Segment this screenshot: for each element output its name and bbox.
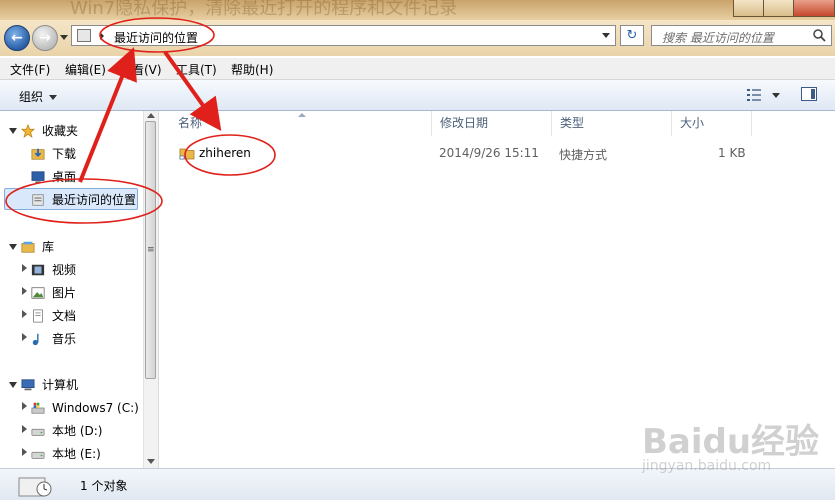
refresh-button[interactable]: ↻ (620, 25, 644, 46)
hard-drive-icon (31, 428, 45, 436)
baidu-watermark: Baidu经验 jingyan.baidu.com (642, 408, 832, 488)
menu-file[interactable]: 文件(F) (10, 61, 50, 78)
expand-computer-icon[interactable] (9, 382, 17, 388)
breadcrumb-separator-icon[interactable] (100, 32, 104, 40)
expand-favorites-icon[interactable] (9, 128, 17, 134)
view-options-dropdown-icon[interactable] (772, 93, 780, 98)
back-arrow-icon: ← (11, 30, 23, 46)
refresh-icon: ↻ (626, 28, 638, 43)
sort-ascending-icon (298, 113, 306, 117)
window-title: Win7隐私保护，清除最近打开的程序和文件记录 (70, 0, 458, 19)
scroll-down-icon[interactable] (147, 459, 155, 464)
table-row[interactable]: zhiheren 2014/9/26 15:11 快捷方式 1 KB (170, 143, 790, 165)
recent-places-icon (32, 194, 44, 206)
search-icon[interactable] (813, 29, 826, 42)
watermark-domain: jingyan.baidu.com (642, 458, 772, 474)
address-path[interactable]: 最近访问的位置 (114, 29, 198, 46)
picture-icon (31, 287, 45, 299)
recent-places-clock-icon (18, 477, 52, 497)
preview-pane-icon[interactable] (801, 87, 817, 101)
grip-icon: ≡ (147, 245, 155, 255)
computer-icon (21, 379, 35, 391)
command-toolbar: 组织 (0, 80, 835, 111)
document-icon (33, 309, 43, 323)
search-input[interactable]: 搜索 最近访问的位置 (651, 25, 832, 46)
recent-pages-dropdown[interactable] (60, 35, 68, 40)
downloads-folder-icon (31, 148, 45, 160)
desktop-icon (31, 171, 45, 184)
minimize-button[interactable] (733, 0, 765, 17)
menu-help[interactable]: 帮助(H) (231, 61, 273, 78)
forward-arrow-icon: → (39, 30, 51, 46)
sidebar-scrollbar[interactable]: ≡ (143, 111, 158, 468)
organize-button[interactable]: 组织 (19, 88, 58, 105)
file-size: 1 KB (718, 146, 746, 160)
chevron-down-icon (49, 95, 58, 100)
view-options-icon[interactable] (746, 88, 762, 102)
menu-tools[interactable]: 工具(T) (176, 61, 217, 78)
expand-drive-d-icon[interactable] (22, 425, 27, 433)
system-drive-icon (31, 402, 45, 414)
address-dropdown-icon[interactable] (602, 33, 610, 38)
organize-label: 组织 (19, 90, 44, 104)
column-header-date[interactable]: 修改日期 (432, 111, 552, 136)
hard-drive-icon (31, 451, 45, 459)
video-icon (31, 264, 45, 276)
star-icon (20, 124, 36, 138)
menu-edit[interactable]: 编辑(E) (65, 61, 106, 78)
search-placeholder: 搜索 最近访问的位置 (662, 31, 774, 45)
scroll-up-icon[interactable] (147, 113, 155, 118)
column-header-type[interactable]: 类型 (552, 111, 672, 136)
music-note-icon (32, 333, 39, 346)
file-name[interactable]: zhiheren (199, 146, 251, 160)
address-bar[interactable]: 最近访问的位置 (71, 25, 616, 46)
title-bar: Win7隐私保护，清除最近打开的程序和文件记录 (0, 0, 835, 20)
watermark-brand: Baidu经验 (642, 422, 820, 462)
recent-places-icon (77, 29, 91, 42)
expand-music-icon[interactable] (22, 333, 27, 341)
expand-drive-c-icon[interactable] (22, 402, 27, 410)
navigation-pane: 收藏夹 下载 桌面 最近访问的位置 库 视频 图片 文档 音乐 计算机 Wind… (0, 111, 159, 468)
menu-view[interactable]: 查看(V) (120, 61, 162, 78)
library-icon (21, 241, 35, 253)
item-count: 1 个对象 (80, 479, 128, 493)
maximize-button[interactable] (763, 0, 795, 17)
back-button[interactable]: ← (4, 25, 30, 51)
file-date: 2014/9/26 15:11 (439, 146, 539, 160)
expand-drive-e-icon[interactable] (22, 448, 27, 456)
expand-pictures-icon[interactable] (22, 287, 27, 295)
file-type: 快捷方式 (559, 148, 608, 162)
expand-documents-icon[interactable] (22, 310, 27, 318)
folder-shortcut-icon (179, 148, 195, 160)
expand-libraries-icon[interactable] (9, 244, 17, 250)
close-button[interactable] (793, 0, 835, 17)
column-header-size[interactable]: 大小 (672, 111, 752, 136)
expand-videos-icon[interactable] (22, 264, 27, 272)
menu-bar: 文件(F) 编辑(E) 查看(V) 工具(T) 帮助(H) (0, 58, 835, 80)
forward-button[interactable]: → (32, 25, 58, 51)
